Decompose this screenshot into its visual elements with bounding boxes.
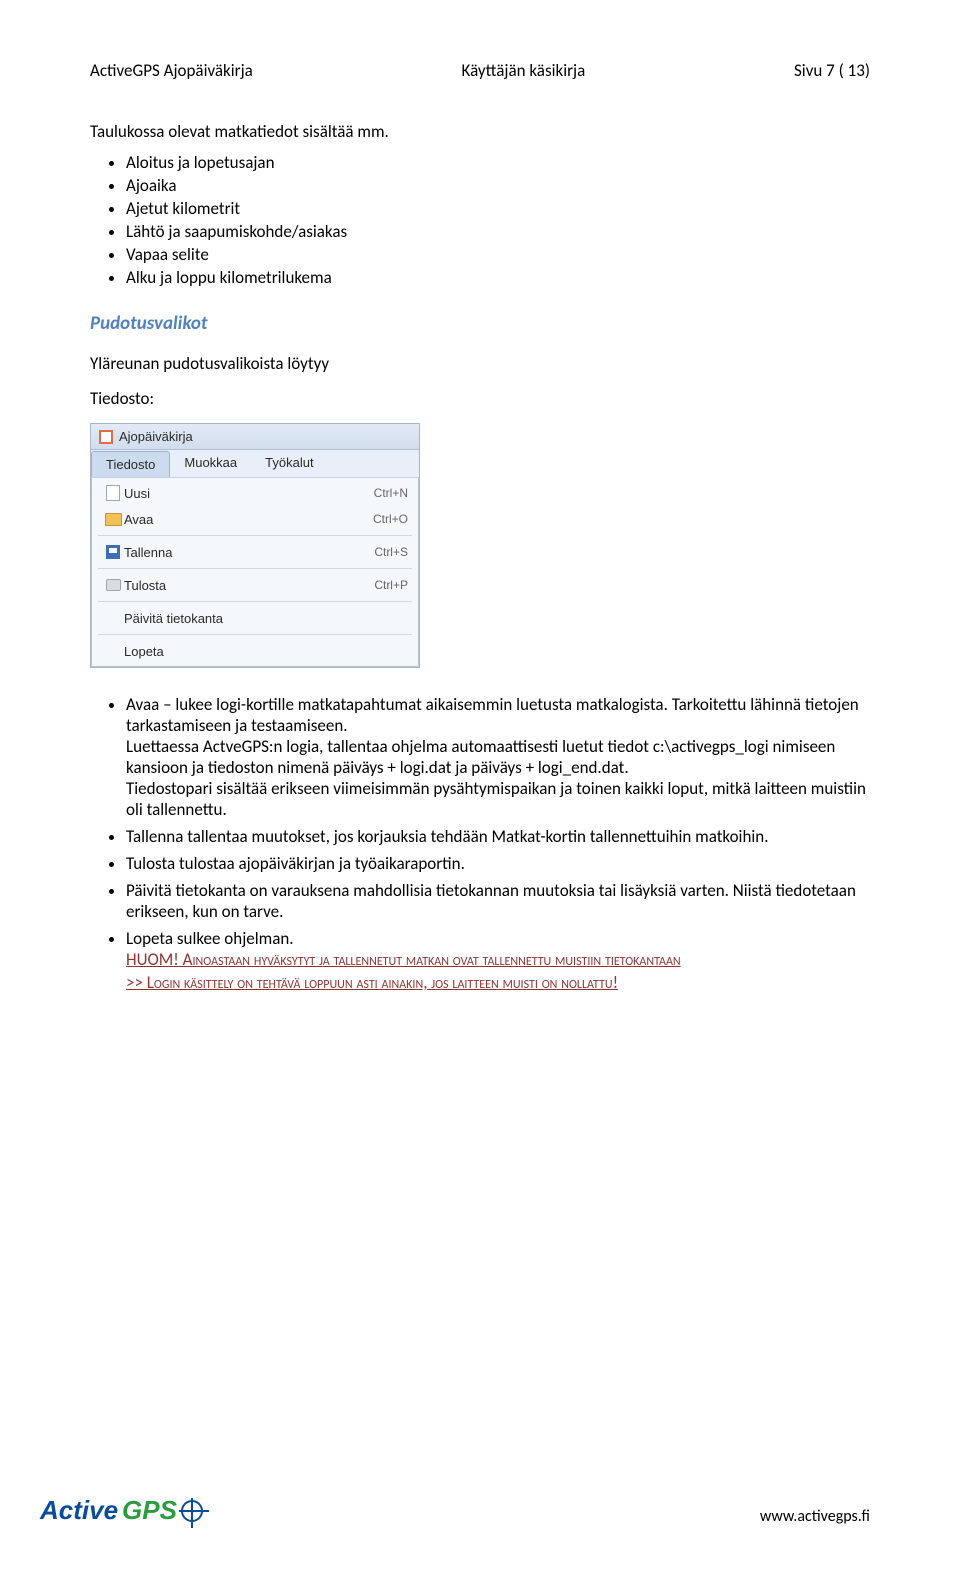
window-title: Ajopäiväkirja	[119, 429, 193, 444]
intro-text: Taulukossa olevat matkatiedot sisältää m…	[90, 121, 870, 142]
menu-muokkaa[interactable]: Muokkaa	[170, 450, 251, 477]
open-folder-icon	[102, 513, 124, 526]
menu-tyokalut[interactable]: Työkalut	[251, 450, 327, 477]
menu-item-shortcut: Ctrl+S	[354, 545, 408, 559]
page-footer: ActiveGPS www.activegps.fi	[40, 1495, 870, 1526]
menu-item-tulosta[interactable]: Tulosta Ctrl+P	[92, 572, 418, 598]
list-item: Lopeta sulkee ohjelman. HUOM! Ainoastaan…	[126, 928, 870, 995]
menu-separator	[98, 601, 412, 602]
menu-item-label: Tallenna	[124, 545, 354, 560]
list-item: Alku ja loppu kilometrilukema	[126, 267, 870, 288]
menu-item-label: Avaa	[124, 512, 353, 527]
list-item: Avaa – lukee logi-kortille matkatapahtum…	[126, 694, 870, 820]
section-title: Pudotusvalikot	[90, 312, 870, 335]
menu-item-lopeta[interactable]: Lopeta	[92, 638, 418, 664]
tiedosto-label: Tiedosto:	[90, 388, 870, 409]
list-item: Päivitä tietokanta on varauksena mahdoll…	[126, 880, 870, 922]
footer-url: www.activegps.fi	[760, 1507, 870, 1526]
app-icon	[99, 430, 113, 444]
menu-item-avaa[interactable]: Avaa Ctrl+O	[92, 506, 418, 532]
section-intro: Yläreunan pudotusvalikoista löytyy	[90, 353, 870, 374]
warning-line2: >> Login käsittely on tehtävä loppuun as…	[126, 972, 618, 993]
list-item: Aloitus ja lopetusajan	[126, 152, 870, 173]
first-bullet-list: Aloitus ja lopetusajan Ajoaika Ajetut ki…	[126, 152, 870, 288]
menu-item-shortcut: Ctrl+N	[354, 486, 408, 500]
header-center: Käyttäjän käsikirja	[462, 60, 586, 81]
list-item: Tulosta tulostaa ajopäiväkirjan ja työai…	[126, 853, 870, 874]
window-titlebar: Ajopäiväkirja	[91, 424, 419, 450]
warning-line1: Ainoastaan hyväksytyt ja tallennetut mat…	[179, 949, 681, 970]
menu-item-shortcut: Ctrl+O	[353, 512, 408, 526]
activegps-logo: ActiveGPS	[40, 1495, 203, 1526]
print-icon	[102, 579, 124, 591]
menu-item-label: Päivitä tietokanta	[124, 611, 408, 626]
logo-text-gps: GPS	[122, 1495, 177, 1526]
main-bullet-list: Avaa – lukee logi-kortille matkatapahtum…	[126, 694, 870, 995]
menu-item-uusi[interactable]: Uusi Ctrl+N	[92, 480, 418, 506]
list-item: Vapaa selite	[126, 244, 870, 265]
list-item: Lähtö ja saapumiskohde/asiakas	[126, 221, 870, 242]
menu-tiedosto[interactable]: Tiedosto	[91, 451, 170, 477]
new-file-icon	[102, 485, 124, 501]
app-window: Ajopäiväkirja Tiedosto Muokkaa Työkalut …	[90, 423, 420, 668]
menu-separator	[98, 634, 412, 635]
list-item: Ajetut kilometrit	[126, 198, 870, 219]
target-icon	[181, 1500, 203, 1522]
menu-item-paivita[interactable]: Päivitä tietokanta	[92, 605, 418, 631]
menu-separator	[98, 535, 412, 536]
menu-item-label: Uusi	[124, 486, 354, 501]
list-item: Tallenna tallentaa muutokset, jos korjau…	[126, 826, 870, 847]
save-icon	[102, 545, 124, 559]
menu-item-label: Tulosta	[124, 578, 354, 593]
menu-item-tallenna[interactable]: Tallenna Ctrl+S	[92, 539, 418, 565]
menubar: Tiedosto Muokkaa Työkalut	[91, 450, 419, 478]
list-item: Ajoaika	[126, 175, 870, 196]
logo-text-active: Active	[40, 1495, 118, 1526]
huom-label: HUOM!	[126, 949, 179, 970]
menu-item-shortcut: Ctrl+P	[354, 578, 408, 592]
menu-separator	[98, 568, 412, 569]
tiedosto-dropdown: Uusi Ctrl+N Avaa Ctrl+O Tallenna Ctrl+S …	[91, 478, 419, 667]
header-left: ActiveGPS Ajopäiväkirja	[90, 60, 253, 81]
header-right: Sivu 7 ( 13)	[794, 60, 870, 81]
menu-item-label: Lopeta	[124, 644, 408, 659]
